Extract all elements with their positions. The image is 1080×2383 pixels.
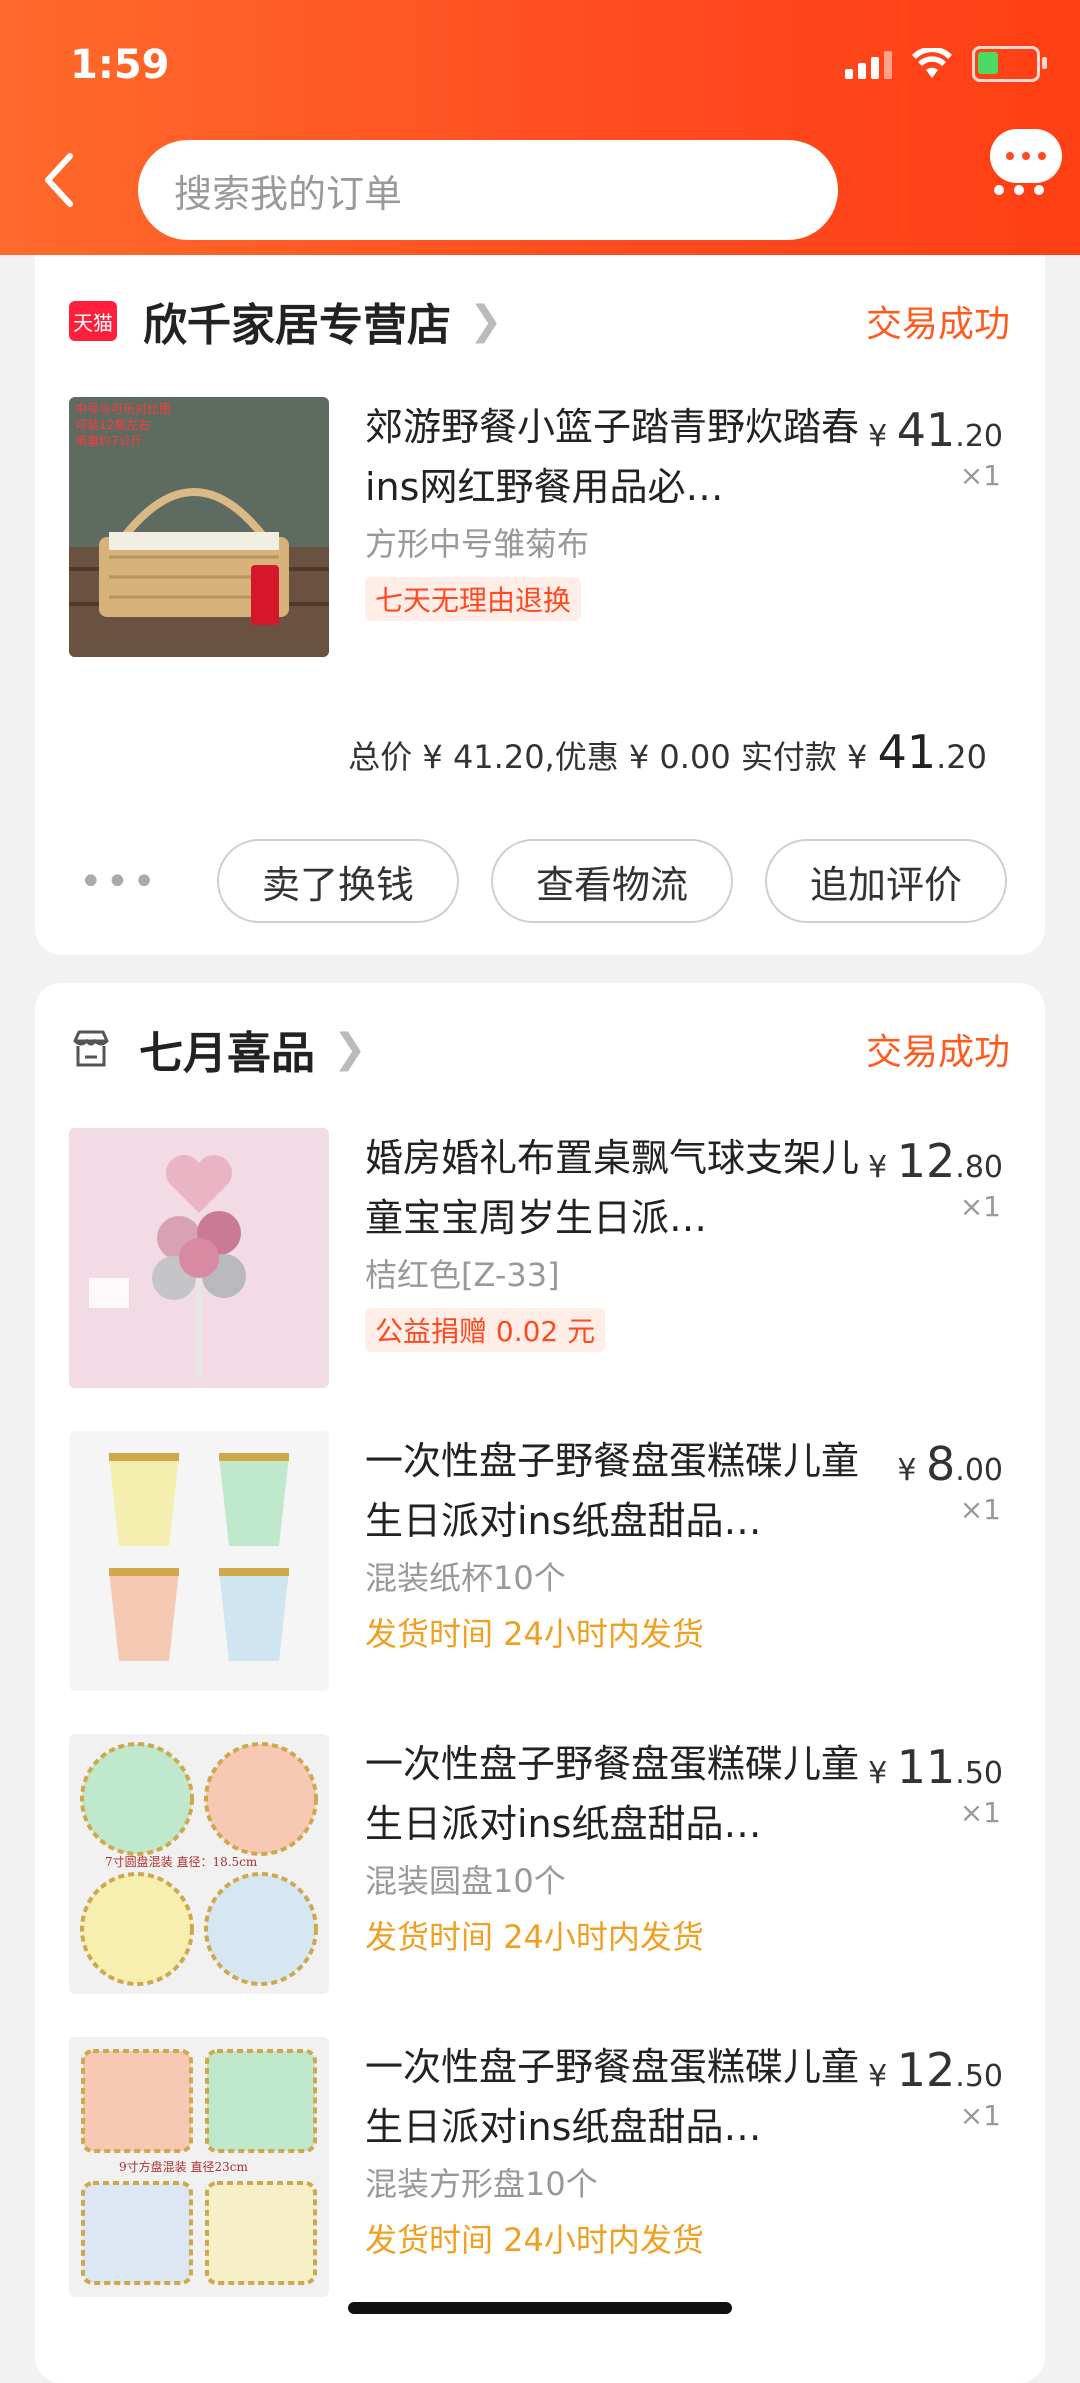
product-sku: 方形中号雏菊布 xyxy=(365,525,590,563)
search-input[interactable]: 搜索我的订单 xyxy=(138,140,838,240)
add-review-button[interactable]: 追加评价 xyxy=(765,839,1007,923)
order-card: 七月喜品 ❯ 交易成功 婚房婚礼布置桌飘气球支架儿童宝宝周岁生日派… ¥ 12.… xyxy=(35,983,1045,2383)
product-price: ¥ 8.00 xyxy=(897,1437,1003,1491)
product-quantity: ×1 xyxy=(959,1190,1001,1223)
order-total-text: 总价 ¥ 41.20,优惠 ¥ 0.00 实付款 ¥ xyxy=(348,738,878,776)
svg-text:可装12瓶左右: 可装12瓶左右 xyxy=(75,417,150,432)
back-arrow-icon xyxy=(45,153,73,207)
product-title: 婚房婚礼布置桌飘气球支架儿童宝宝周岁生日派… xyxy=(365,1136,860,1240)
product-thumbnail xyxy=(69,1431,329,1691)
order-card: 天猫 欣千家居专营店 ❯ 交易成功 中号与可乐对比图 可装12瓶左右 承重约7公… xyxy=(35,255,1045,955)
product-title: 一次性盘子野餐盘蛋糕碟儿童生日派对ins纸盘甜品… xyxy=(365,1742,860,1846)
currency-symbol: ¥ xyxy=(868,1756,897,1791)
order-item[interactable]: 7寸圆盘混装 直径：18.5cm 一次性盘子野餐盘蛋糕碟儿童生日派对ins纸盘甜… xyxy=(69,1734,1019,1996)
product-thumbnail: 9寸方盘混装 直径23cm xyxy=(69,2037,329,2297)
shipping-time: 发货时间 24小时内发货 xyxy=(365,2221,704,2259)
currency-symbol: ¥ xyxy=(868,419,897,454)
currency-symbol: ¥ xyxy=(897,1453,926,1488)
product-price: ¥ 11.50 xyxy=(868,1740,1003,1794)
product-sku: 桔红色[Z-33] xyxy=(365,1256,560,1294)
wifi-icon xyxy=(912,48,952,78)
order-item[interactable]: 一次性盘子野餐盘蛋糕碟儿童生日派对ins纸盘甜品… ¥ 8.00 ×1 混装纸杯… xyxy=(69,1431,1019,1693)
return-policy-tag: 七天无理由退换 xyxy=(365,577,582,621)
price-integer: 8 xyxy=(926,1437,956,1491)
status-icons xyxy=(845,46,1047,82)
chevron-right-icon: ❯ xyxy=(333,1026,367,1072)
product-sku: 混装方形盘10个 xyxy=(365,2165,598,2203)
shipping-time: 发货时间 24小时内发货 xyxy=(365,1918,704,1956)
order-actions: ••• 卖了换钱 查看物流 追加评价 xyxy=(35,839,1045,929)
chevron-right-icon: ❯ xyxy=(469,298,503,344)
sell-button[interactable]: 卖了换钱 xyxy=(217,839,459,923)
product-thumbnail: 7寸圆盘混装 直径：18.5cm xyxy=(69,1734,329,1994)
home-indicator[interactable] xyxy=(348,2302,732,2314)
shop-link[interactable]: 天猫 欣千家居专营店 ❯ xyxy=(69,291,503,351)
product-quantity: ×1 xyxy=(959,459,1001,492)
paid-integer: 41 xyxy=(877,725,937,779)
product-quantity: ×1 xyxy=(959,1493,1001,1526)
order-status: 交易成功 xyxy=(865,304,1010,345)
charity-tag: 公益捐赠 0.02 元 xyxy=(365,1308,606,1352)
order-total: 总价 ¥ 41.20,优惠 ¥ 0.00 实付款 ¥ 41.20 xyxy=(348,725,987,779)
price-decimal: .50 xyxy=(955,1756,1003,1791)
product-title: 一次性盘子野餐盘蛋糕碟儿童生日派对ins纸盘甜品… xyxy=(365,1439,860,1543)
product-title: 一次性盘子野餐盘蛋糕碟儿童生日派对ins纸盘甜品… xyxy=(365,2045,860,2149)
price-decimal: .20 xyxy=(955,419,1003,454)
more-dots-icon xyxy=(994,185,1044,195)
price-decimal: .80 xyxy=(955,1150,1003,1185)
price-integer: 11 xyxy=(896,1740,956,1794)
product-price: ¥ 41.20 xyxy=(868,403,1003,457)
svg-text:承重约7公斤: 承重约7公斤 xyxy=(75,433,143,448)
status-time: 1:59 xyxy=(70,42,170,88)
shop-name: 欣千家居专营店 xyxy=(143,300,451,351)
order-item[interactable]: 中号与可乐对比图 可装12瓶左右 承重约7公斤 郊游野餐小篮子踏青野炊踏春ins… xyxy=(69,397,1019,659)
message-bubble-icon xyxy=(990,129,1062,183)
product-sku: 混装圆盘10个 xyxy=(365,1862,566,1900)
price-integer: 12 xyxy=(896,1134,956,1188)
tmall-badge-icon: 天猫 xyxy=(69,301,117,341)
battery-icon xyxy=(972,46,1047,82)
order-item[interactable]: 9寸方盘混装 直径23cm 一次性盘子野餐盘蛋糕碟儿童生日派对ins纸盘甜品… … xyxy=(69,2037,1019,2299)
thumbnail-caption: 中号与可乐对比图 xyxy=(75,401,171,416)
thumbnail-caption: 7寸圆盘混装 直径：18.5cm xyxy=(105,1854,258,1869)
product-quantity: ×1 xyxy=(959,1796,1001,1829)
view-logistics-button[interactable]: 查看物流 xyxy=(491,839,733,923)
product-sku: 混装纸杯10个 xyxy=(365,1559,566,1597)
more-actions-icon[interactable]: ••• xyxy=(79,859,159,905)
price-decimal: .00 xyxy=(955,1453,1003,1488)
shop-link[interactable]: 七月喜品 ❯ xyxy=(69,1019,367,1079)
currency-symbol: ¥ xyxy=(868,1150,897,1185)
product-title: 郊游野餐小篮子踏青野炊踏春ins网红野餐用品必… xyxy=(365,405,860,509)
signal-icon xyxy=(845,49,892,79)
order-status: 交易成功 xyxy=(865,1032,1010,1073)
price-integer: 12 xyxy=(896,2043,956,2097)
price-decimal: .50 xyxy=(955,2059,1003,2094)
shop-name: 七月喜品 xyxy=(139,1028,315,1079)
search-placeholder: 搜索我的订单 xyxy=(174,171,403,216)
paid-decimal: .20 xyxy=(936,738,987,776)
product-thumbnail: 中号与可乐对比图 可装12瓶左右 承重约7公斤 xyxy=(69,397,329,657)
product-quantity: ×1 xyxy=(959,2099,1001,2132)
product-thumbnail xyxy=(69,1128,329,1388)
price-integer: 41 xyxy=(896,403,956,457)
app-header: 1:59 搜索我的订单 xyxy=(0,0,1080,255)
currency-symbol: ¥ xyxy=(868,2059,897,2094)
product-price: ¥ 12.50 xyxy=(868,2043,1003,2097)
more-menu-button[interactable] xyxy=(988,125,1064,201)
product-price: ¥ 12.80 xyxy=(868,1134,1003,1188)
store-icon xyxy=(69,1027,113,1071)
back-button[interactable] xyxy=(30,145,90,215)
order-item[interactable]: 婚房婚礼布置桌飘气球支架儿童宝宝周岁生日派… ¥ 12.80 ×1 桔红色[Z-… xyxy=(69,1128,1019,1390)
shipping-time: 发货时间 24小时内发货 xyxy=(365,1615,704,1653)
thumbnail-caption: 9寸方盘混装 直径23cm xyxy=(119,2159,248,2174)
